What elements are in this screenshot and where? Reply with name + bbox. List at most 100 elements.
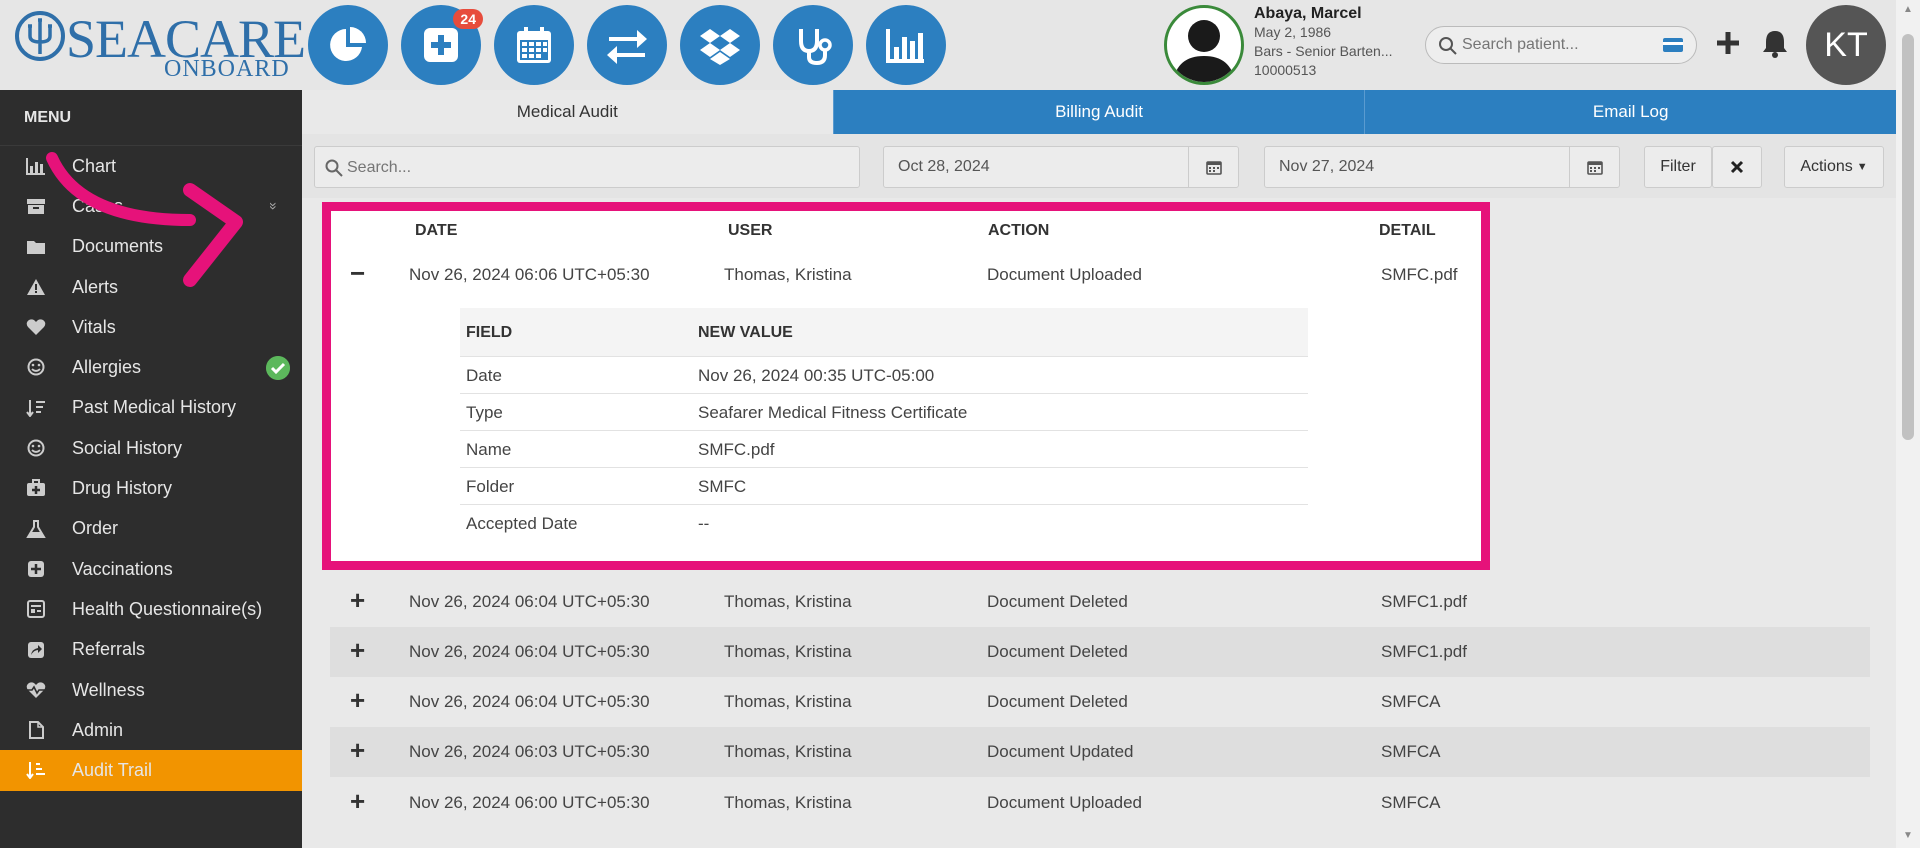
sidebar-item-health-questionnaires[interactable]: Health Questionnaire(s) [0, 589, 302, 629]
sort-icon [26, 399, 45, 417]
expand-icon[interactable]: + [350, 737, 365, 763]
stethoscope-icon [799, 29, 832, 66]
reports-button[interactable] [866, 5, 946, 85]
bell-icon[interactable] [1761, 28, 1789, 58]
transfer-button[interactable] [587, 5, 667, 85]
bar-chart-icon [886, 29, 924, 63]
sidebar-item-chart[interactable]: Chart [0, 146, 302, 186]
sidebar-item-order[interactable]: Order [0, 509, 302, 549]
table-row[interactable]: + Nov 26, 2024 06:03 UTC+05:30 Thomas, K… [330, 727, 1870, 777]
dropbox-icon [700, 29, 740, 65]
col-action-header[interactable]: ACTION [988, 222, 1049, 240]
dropbox-button[interactable] [680, 5, 760, 85]
patient-role: Bars - Senior Barten... [1254, 43, 1393, 59]
trident-emblem-icon [15, 11, 65, 61]
sidebar-item-wellness[interactable]: Wellness [0, 670, 302, 710]
date-from-field[interactable]: Oct 28, 2024 [883, 146, 1239, 188]
table-row-expanded[interactable]: − Nov 26, 2024 06:06 UTC+05:30 Thomas, K… [330, 250, 1870, 300]
scroll-down-icon[interactable]: ▼ [1902, 830, 1914, 842]
sidebar-item-social-history[interactable]: Social History [0, 428, 302, 468]
sidebar-item-vaccinations[interactable]: Vaccinations [0, 549, 302, 589]
actions-dropdown[interactable]: Actions ▼ [1784, 146, 1884, 188]
menu-title: MENU [0, 90, 302, 146]
table-row[interactable]: + Nov 26, 2024 06:04 UTC+05:30 Thomas, K… [330, 577, 1870, 627]
scrollbar-thumb[interactable] [1902, 34, 1914, 440]
patient-search-input[interactable] [1462, 33, 1652, 57]
patient-search[interactable] [1425, 26, 1697, 64]
col-user-header[interactable]: USER [728, 222, 772, 240]
close-icon [1730, 160, 1744, 174]
date-to-field[interactable]: Nov 27, 2024 [1264, 146, 1620, 188]
col-date-header[interactable]: DATE [415, 222, 457, 240]
table-row[interactable]: + Nov 26, 2024 06:04 UTC+05:30 Thomas, K… [330, 627, 1870, 677]
sidebar-item-label: Order [72, 518, 119, 539]
expand-icon[interactable]: + [350, 788, 365, 814]
date-to-picker[interactable] [1569, 147, 1619, 187]
detail-row: Folder SMFC [460, 467, 1308, 504]
exchange-icon [607, 30, 647, 64]
sidebar-item-admin[interactable]: Admin [0, 710, 302, 750]
smile-icon [27, 439, 45, 457]
clear-filter-button[interactable] [1712, 146, 1762, 188]
seacare-logo[interactable]: SEACARE ONBOARD [14, 8, 306, 82]
add-encounter-button[interactable]: 24 [401, 5, 483, 85]
chevron-down-icon[interactable]: » [266, 203, 282, 211]
date-from-picker[interactable] [1188, 147, 1238, 187]
col-detail-header[interactable]: DETAIL [1379, 222, 1436, 240]
patient-photo[interactable] [1164, 5, 1244, 85]
sidebar-item-documents[interactable]: Documents [0, 227, 302, 267]
sidebar-item-past-medical-history[interactable]: Past Medical History [0, 388, 302, 428]
calendar-icon [1205, 161, 1222, 175]
row-action: Document Uploaded [987, 793, 1142, 812]
audit-tabs: Medical Audit Billing Audit Email Log [302, 90, 1897, 134]
scroll-up-icon[interactable]: ▲ [1902, 4, 1914, 16]
sidebar-item-cases[interactable]: Cases » [0, 186, 302, 226]
expand-icon[interactable]: + [350, 637, 365, 663]
sidebar-item-alerts[interactable]: Alerts [0, 267, 302, 307]
app-header: SEACARE ONBOARD 24 Abaya, Marcel May 2, … [0, 0, 1896, 90]
id-card-icon[interactable] [1662, 37, 1684, 53]
filter-button[interactable]: Filter [1644, 146, 1712, 188]
dashboard-button[interactable] [308, 5, 388, 85]
expand-icon[interactable]: + [350, 587, 365, 613]
sidebar-item-label: Audit Trail [72, 760, 153, 781]
calendar-button[interactable] [494, 5, 574, 85]
sidebar-item-vitals[interactable]: Vitals [0, 307, 302, 347]
stethoscope-button[interactable] [773, 5, 853, 85]
date-to-value: Nov 27, 2024 [1279, 158, 1375, 175]
sidebar-item-label: Drug History [72, 478, 173, 499]
row-date: Nov 26, 2024 06:04 UTC+05:30 [409, 642, 650, 661]
tab-email-log[interactable]: Email Log [1364, 90, 1897, 134]
table-row[interactable]: + Nov 26, 2024 06:00 UTC+05:30 Thomas, K… [330, 778, 1870, 828]
heart-icon [26, 319, 46, 336]
audit-search[interactable] [314, 146, 860, 188]
row-detail: SMFCA [1381, 793, 1441, 812]
chart-icon [26, 158, 45, 175]
expand-icon[interactable]: + [350, 687, 365, 713]
caret-down-icon: ▼ [1856, 161, 1868, 173]
archive-icon [27, 199, 45, 215]
table-header: DATE USER ACTION DETAIL [330, 210, 1870, 250]
sidebar-item-allergies[interactable]: Allergies [0, 347, 302, 387]
plus-square-icon [28, 560, 44, 577]
sidebar-item-label: Health Questionnaire(s) [72, 598, 263, 619]
audit-search-input[interactable] [347, 156, 847, 180]
tab-billing-audit[interactable]: Billing Audit [832, 90, 1365, 134]
sidebar-item-label: Social History [72, 437, 183, 458]
sidebar-item-referrals[interactable]: Referrals [0, 630, 302, 670]
tab-medical-audit[interactable]: Medical Audit [302, 90, 833, 134]
field-value: Seafarer Medical Fitness Certificate [698, 403, 968, 422]
sidebar-item-audit-trail[interactable]: Audit Trail [0, 750, 302, 791]
row-action: Document Uploaded [987, 265, 1142, 284]
table-row[interactable]: + Nov 26, 2024 06:04 UTC+05:30 Thomas, K… [330, 677, 1870, 727]
sidebar-item-drug-history[interactable]: Drug History [0, 468, 302, 508]
row-date: Nov 26, 2024 06:06 UTC+05:30 [409, 265, 650, 284]
page-scrollbar[interactable]: ▲ ▼ [1896, 0, 1920, 848]
patient-name[interactable]: Abaya, Marcel [1254, 4, 1393, 23]
row-date: Nov 26, 2024 06:00 UTC+05:30 [409, 793, 650, 812]
sidebar-item-label: Referrals [72, 639, 146, 660]
user-avatar[interactable]: KT [1806, 5, 1886, 85]
field-value: SMFC.pdf [698, 440, 775, 459]
add-icon[interactable] [1714, 28, 1742, 58]
collapse-icon[interactable]: − [350, 260, 365, 286]
